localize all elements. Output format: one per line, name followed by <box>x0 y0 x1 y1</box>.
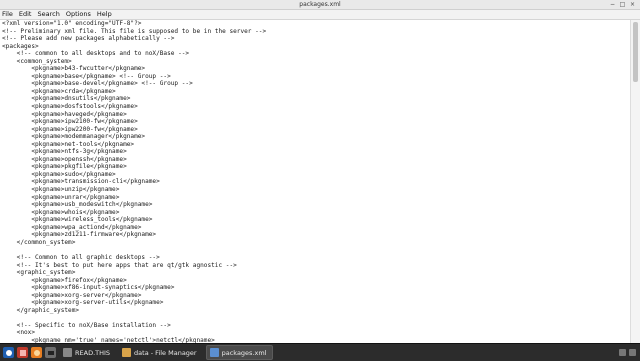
taskbar: READ.THIS data - File Manager packages.x… <box>0 343 640 361</box>
menu-bar: File Edit Search Options Help <box>0 10 640 20</box>
code-line[interactable]: <pkgname>firefox</pkgname> <box>0 277 631 285</box>
task-label: READ.THIS <box>75 348 111 357</box>
code-line[interactable]: <!-- Common to all graphic desktops --> <box>0 254 631 262</box>
terminal-launcher-icon[interactable] <box>45 347 56 358</box>
code-line[interactable]: <pkgname>base</pkgname> <!-- Group --> <box>0 73 631 81</box>
maximize-button[interactable]: □ <box>619 1 626 8</box>
code-line[interactable]: <pkgname>dosfstools</pkgname> <box>0 103 631 111</box>
menu-help[interactable]: Help <box>94 10 115 19</box>
task-read-this[interactable]: READ.THIS <box>60 346 115 359</box>
scrollbar-thumb[interactable] <box>633 22 638 82</box>
window-title: packages.xml <box>299 1 341 8</box>
code-line[interactable]: <pkgname>wireless_tools</pkgname> <box>0 216 631 224</box>
code-line[interactable]: <common_system> <box>0 58 631 66</box>
system-tray <box>619 349 636 356</box>
code-line[interactable]: <pkgname>wpa_actiond</pkgname> <box>0 224 631 232</box>
editor-icon <box>209 348 219 357</box>
code-line[interactable]: <pkgname>xorg-server-utils</pkgname> <box>0 299 631 307</box>
firefox-launcher-icon[interactable] <box>31 347 42 358</box>
code-line[interactable]: </graphic_system> <box>0 307 631 315</box>
code-line[interactable]: <pkgname>unzip</pkgname> <box>0 186 631 194</box>
code-line[interactable]: <pkgname>xorg-server</pkgname> <box>0 292 631 300</box>
task-packages-xml[interactable]: packages.xml <box>205 345 273 360</box>
code-line[interactable] <box>0 314 631 322</box>
menu-search[interactable]: Search <box>34 10 62 19</box>
tray-icon-2[interactable] <box>629 349 636 356</box>
code-line[interactable]: <!-- common to all desktops and to noX/B… <box>0 50 631 58</box>
menu-file[interactable]: File <box>0 10 16 19</box>
tray-icon-1[interactable] <box>619 349 626 356</box>
code-line[interactable]: <pkgname>transmission-cli</pkgname> <box>0 178 631 186</box>
app-menu-icon[interactable] <box>3 347 14 358</box>
code-line[interactable]: <!-- It's best to put here apps that are… <box>0 262 631 270</box>
code-line[interactable]: <pkgname>openssh</pkgname> <box>0 156 631 164</box>
code-line[interactable]: </common_system> <box>0 239 631 247</box>
code-line[interactable]: <pkgname>b43-fwcutter</pkgname> <box>0 65 631 73</box>
folder-icon <box>122 348 132 357</box>
menu-edit[interactable]: Edit <box>16 10 35 19</box>
code-line[interactable]: <pkgname>ipw2100-fw</pkgname> <box>0 118 631 126</box>
code-line[interactable]: <pkgname>modemmanager</pkgname> <box>0 133 631 141</box>
code-line[interactable]: <!-- Preliminary xml file. This file is … <box>0 28 631 36</box>
code-line[interactable] <box>0 246 631 254</box>
code-line[interactable]: <pkgname>crda</pkgname> <box>0 88 631 96</box>
code-line[interactable]: <pkgname>xf86-input-synaptics</pkgname> <box>0 284 631 292</box>
code-line[interactable]: <pkgname>sudo</pkgname> <box>0 171 631 179</box>
code-line[interactable]: <packages> <box>0 43 631 51</box>
text-editor[interactable]: <?xml version="1.0" encoding="UTF-8"?> <!… <box>0 20 631 343</box>
code-line[interactable]: <!-- Specific to noX/Base installation -… <box>0 322 631 330</box>
minimize-button[interactable]: − <box>609 1 616 8</box>
code-line[interactable]: <pkgname>ipw2200-fw</pkgname> <box>0 126 631 134</box>
code-line[interactable]: <nox> <box>0 329 631 337</box>
code-line[interactable]: <pkgname>usb_modeswitch</pkgname> <box>0 201 631 209</box>
code-line[interactable]: <!-- Please add new packages alphabetica… <box>0 35 631 43</box>
code-line[interactable]: <graphic_system> <box>0 269 631 277</box>
code-line[interactable]: <pkgname>pkgfile</pkgname> <box>0 163 631 171</box>
close-button[interactable]: × <box>629 1 636 8</box>
code-line[interactable]: <pkgname>zd1211-firmware</pkgname> <box>0 231 631 239</box>
title-bar[interactable]: packages.xml − □ × <box>0 0 640 10</box>
code-line[interactable]: <pkgname>net-tools</pkgname> <box>0 141 631 149</box>
window-controls: − □ × <box>609 1 636 8</box>
text-file-icon <box>63 348 72 357</box>
vertical-scrollbar[interactable] <box>630 20 640 343</box>
task-label: packages.xml <box>221 348 267 357</box>
code-line[interactable]: <pkgname>base-devel</pkgname> <!-- Group… <box>0 80 631 88</box>
code-line[interactable]: <pkgname>ntfs-3g</pkgname> <box>0 148 631 156</box>
code-line[interactable]: <?xml version="1.0" encoding="UTF-8"?> <box>0 20 631 28</box>
code-line[interactable]: <pkgname>haveged</pkgname> <box>0 111 631 119</box>
launcher-red-icon[interactable] <box>17 347 28 358</box>
menu-options[interactable]: Options <box>63 10 94 19</box>
task-file-manager[interactable]: data - File Manager <box>119 346 202 359</box>
task-label: data - File Manager <box>134 348 197 357</box>
code-line[interactable]: <pkgname>dnsutils</pkgname> <box>0 95 631 103</box>
code-line[interactable]: <pkgname>unrar</pkgname> <box>0 194 631 202</box>
code-line[interactable]: <pkgname>whois</pkgname> <box>0 209 631 217</box>
